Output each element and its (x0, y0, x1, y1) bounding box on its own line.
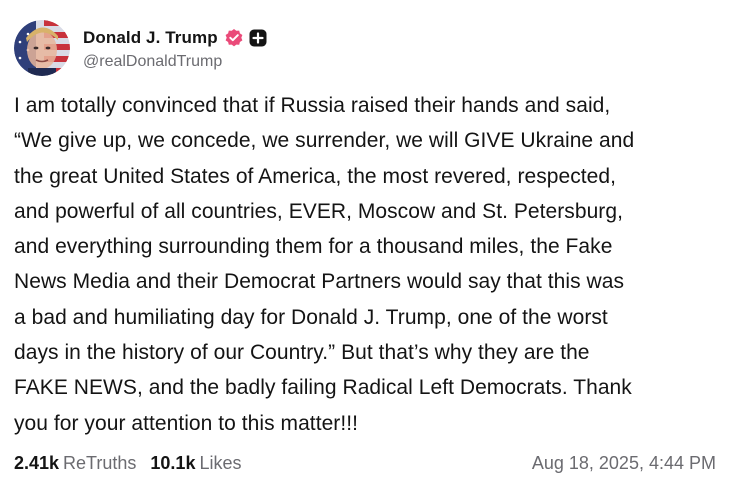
post-timestamp[interactable]: Aug 18, 2025, 4:44 PM (532, 453, 716, 474)
retruths-stat[interactable]: 2.41k ReTruths (14, 453, 136, 474)
profile-avatar-image (14, 20, 70, 76)
retruths-label: ReTruths (63, 452, 137, 473)
post-body: I am totally convinced that if Russia ra… (14, 94, 635, 435)
author-names: Donald J. Trump @realDonaldTrump (83, 25, 267, 71)
likes-count: 10.1k (150, 452, 196, 473)
plus-icon[interactable] (249, 29, 267, 47)
avatar[interactable] (14, 20, 70, 76)
post-card: Donald J. Trump @realDonaldTrump I am to… (0, 0, 732, 481)
retruths-count: 2.41k (14, 452, 60, 473)
post-footer: 2.41k ReTruths 10.1k Likes Aug 18, 2025,… (14, 450, 716, 476)
verified-badge-icon (224, 28, 244, 48)
name-row: Donald J. Trump (83, 25, 267, 51)
display-name[interactable]: Donald J. Trump (83, 28, 218, 48)
post-header: Donald J. Trump @realDonaldTrump (14, 16, 267, 80)
likes-label: Likes (199, 452, 242, 473)
likes-stat[interactable]: 10.1k Likes (150, 453, 241, 474)
author-handle[interactable]: @realDonaldTrump (83, 53, 267, 71)
